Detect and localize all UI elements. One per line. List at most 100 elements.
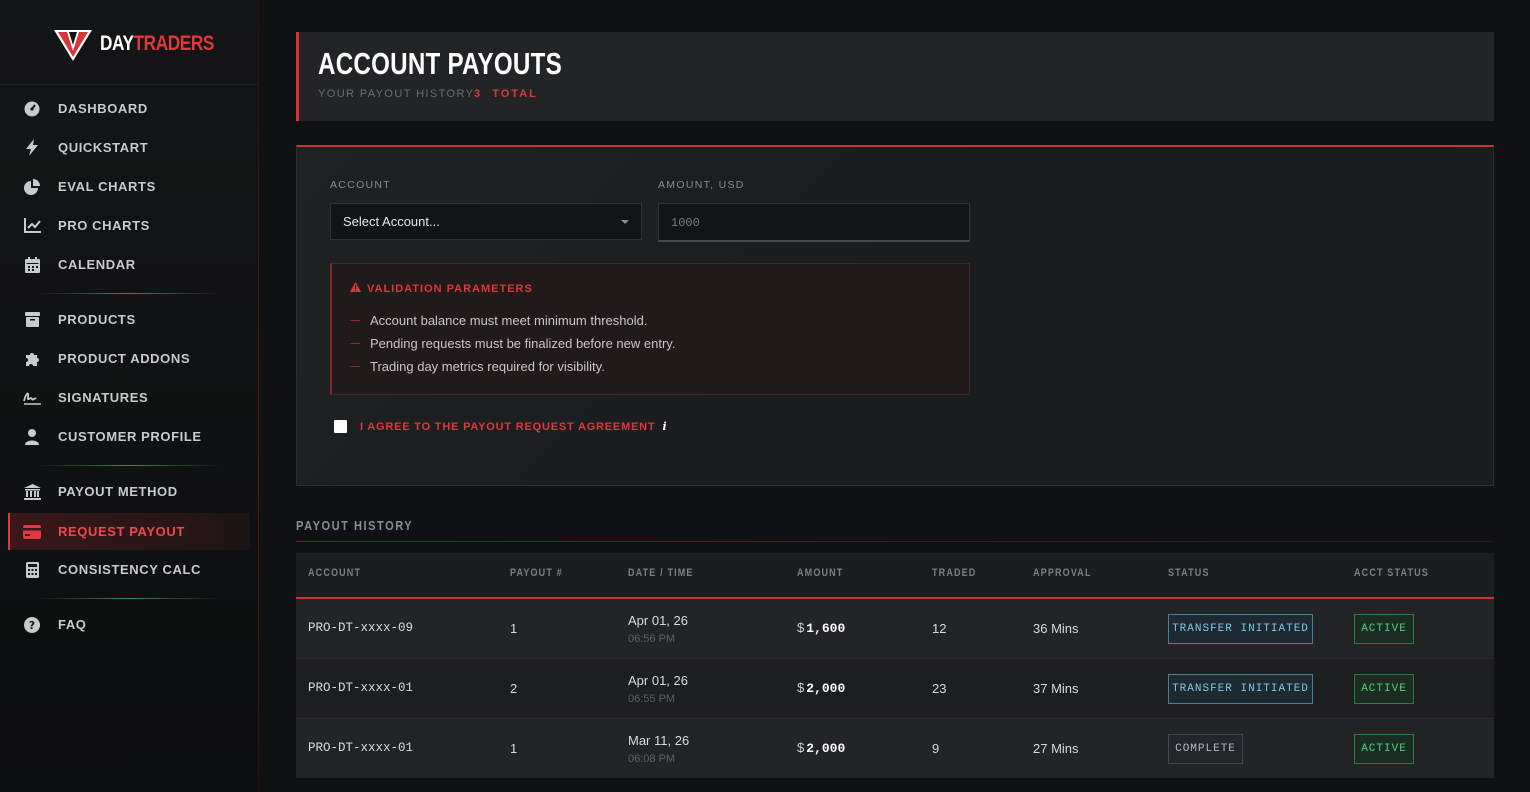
sidebar-item-faq[interactable]: ? FAQ — [8, 606, 250, 643]
validation-rule: Trading day metrics required for visibil… — [350, 359, 605, 374]
sidebar-item-calendar[interactable]: CALENDAR — [8, 246, 250, 283]
amount-value: 2,000 — [806, 681, 846, 696]
currency-symbol: $ — [797, 680, 805, 695]
amount-label: AMOUNT, USD — [658, 179, 745, 191]
brand-day: DAY — [100, 32, 134, 55]
table-header: ACCOUNT PAYOUT # DATE / TIME AMOUNT TRAD… — [296, 553, 1494, 599]
table-row[interactable]: PRO-DT-xxxx-01 1 Mar 11, 26 06:08 PM $2,… — [296, 719, 1494, 778]
sidebar: DAYTRADERS DASHBOARD QUICKSTART EVAL CHA… — [0, 0, 259, 792]
credit-card-icon — [23, 523, 41, 541]
cell-amount: $1,600 — [797, 620, 845, 636]
column-header[interactable]: AMOUNT — [797, 567, 843, 579]
rule-dash — [350, 320, 360, 321]
cell-traded: 23 — [932, 681, 947, 696]
cell-amount: $2,000 — [797, 680, 845, 696]
column-header[interactable]: ACCT STATUS — [1354, 567, 1429, 579]
rule-text: Account balance must meet minimum thresh… — [370, 313, 648, 328]
cell-time: 06:55 PM — [628, 693, 676, 705]
nav-divider — [36, 598, 222, 599]
calculator-icon — [23, 561, 41, 579]
sidebar-item-request-payout[interactable]: REQUEST PAYOUT — [8, 513, 250, 550]
sidebar-item-products[interactable]: PRODUCTS — [8, 301, 250, 338]
column-header[interactable]: ACCOUNT — [308, 567, 361, 579]
agreement-checkbox[interactable] — [334, 420, 347, 433]
column-header[interactable]: APPROVAL — [1033, 567, 1092, 579]
page-title: ACCOUNT PAYOUTS — [318, 46, 562, 81]
column-header[interactable]: PAYOUT # — [510, 567, 563, 579]
account-select-value: Select Account... — [343, 214, 440, 229]
cell-date: Apr 01, 26 — [628, 673, 688, 688]
sidebar-item-label: PAYOUT METHOD — [58, 484, 178, 499]
account-select[interactable]: Select Account... — [330, 203, 642, 240]
cell-payout-number: 1 — [510, 741, 518, 756]
acct-status-badge: ACTIVE — [1354, 734, 1414, 764]
rule-text: Trading day metrics required for visibil… — [370, 359, 605, 374]
sidebar-item-pro-charts[interactable]: PRO CHARTS — [8, 207, 250, 244]
svg-text:?: ? — [29, 619, 35, 632]
cell-traded: 9 — [932, 741, 940, 756]
rule-dash — [350, 343, 360, 344]
sidebar-item-label: REQUEST PAYOUT — [58, 524, 185, 539]
brand-logo[interactable]: DAYTRADERS — [54, 26, 239, 62]
question-circle-icon: ? — [23, 616, 41, 634]
sidebar-item-label: PRO CHARTS — [58, 218, 150, 233]
payout-history-title: PAYOUT HISTORY — [296, 518, 414, 533]
cell-approval: 27 Mins — [1033, 741, 1079, 756]
rule-dash — [350, 366, 360, 367]
warning-icon — [350, 282, 361, 295]
calendar-icon — [23, 256, 41, 274]
cell-traded: 12 — [932, 621, 947, 636]
sidebar-item-label: CALENDAR — [58, 257, 136, 272]
logo-divider — [0, 84, 258, 85]
daytraders-logo-icon — [54, 30, 92, 61]
table-row[interactable]: PRO-DT-xxxx-01 2 Apr 01, 26 06:55 PM $2,… — [296, 659, 1494, 719]
sidebar-item-label: FAQ — [58, 617, 87, 632]
brand-name: DAYTRADERS — [100, 32, 214, 56]
lightning-bolt-icon — [23, 139, 41, 157]
column-header[interactable]: DATE / TIME — [628, 567, 694, 579]
account-label: ACCOUNT — [330, 179, 392, 191]
column-header[interactable]: TRADED — [932, 567, 976, 579]
rule-text: Pending requests must be finalized befor… — [370, 336, 676, 351]
user-icon — [23, 428, 41, 446]
validation-rule: Account balance must meet minimum thresh… — [350, 313, 647, 328]
agreement-label[interactable]: I AGREE TO THE PAYOUT REQUEST AGREEMENT — [360, 421, 655, 433]
sidebar-item-label: PRODUCTS — [58, 312, 136, 327]
amount-input[interactable]: 1000 — [658, 203, 970, 242]
sidebar-item-quickstart[interactable]: QUICKSTART — [8, 129, 250, 166]
nav-divider — [36, 293, 222, 294]
sidebar-item-consistency-calc[interactable]: CONSISTENCY CALC — [8, 551, 250, 588]
currency-symbol: $ — [797, 620, 805, 635]
sidebar-item-label: CONSISTENCY CALC — [58, 562, 201, 577]
cell-account: PRO-DT-xxxx-09 — [308, 621, 414, 635]
validation-rule: Pending requests must be finalized befor… — [350, 336, 675, 351]
cell-payout-number: 2 — [510, 681, 518, 696]
sidebar-item-eval-charts[interactable]: EVAL CHARTS — [8, 168, 250, 205]
sidebar-item-payout-method[interactable]: PAYOUT METHOD — [8, 473, 250, 510]
payout-request-form: ACCOUNT AMOUNT, USD Select Account... 10… — [296, 145, 1494, 486]
info-icon[interactable]: i — [662, 420, 666, 433]
payout-total-count: 3 TOTAL — [474, 88, 538, 100]
sidebar-item-label: QUICKSTART — [58, 140, 149, 155]
sidebar-item-customer-profile[interactable]: CUSTOMER PROFILE — [8, 418, 250, 455]
sidebar-item-product-addons[interactable]: PRODUCT ADDONS — [8, 340, 250, 377]
section-divider — [296, 541, 1494, 542]
chevron-down-icon — [621, 220, 629, 224]
agreement-row: I AGREE TO THE PAYOUT REQUEST AGREEMENT … — [334, 420, 667, 433]
amount-value: 2,000 — [806, 741, 846, 756]
cell-time: 06:08 PM — [628, 753, 676, 765]
validation-title: VALIDATION PARAMETERS — [350, 282, 533, 295]
sidebar-item-dashboard[interactable]: DASHBOARD — [8, 90, 250, 127]
table-row[interactable]: PRO-DT-xxxx-09 1 Apr 01, 26 06:56 PM $1,… — [296, 599, 1494, 659]
sidebar-item-signatures[interactable]: SIGNATURES — [8, 379, 250, 416]
cell-time: 06:56 PM — [628, 633, 676, 645]
status-badge: COMPLETE — [1168, 734, 1243, 764]
sidebar-item-label: CUSTOMER PROFILE — [58, 429, 202, 444]
payout-history-table: ACCOUNT PAYOUT # DATE / TIME AMOUNT TRAD… — [296, 553, 1494, 778]
line-chart-icon — [23, 217, 41, 235]
currency-symbol: $ — [797, 740, 805, 755]
column-header[interactable]: STATUS — [1168, 567, 1210, 579]
acct-status-badge: ACTIVE — [1354, 674, 1414, 704]
validation-title-text: VALIDATION PARAMETERS — [367, 282, 533, 295]
sidebar-item-label: PRODUCT ADDONS — [58, 351, 191, 366]
